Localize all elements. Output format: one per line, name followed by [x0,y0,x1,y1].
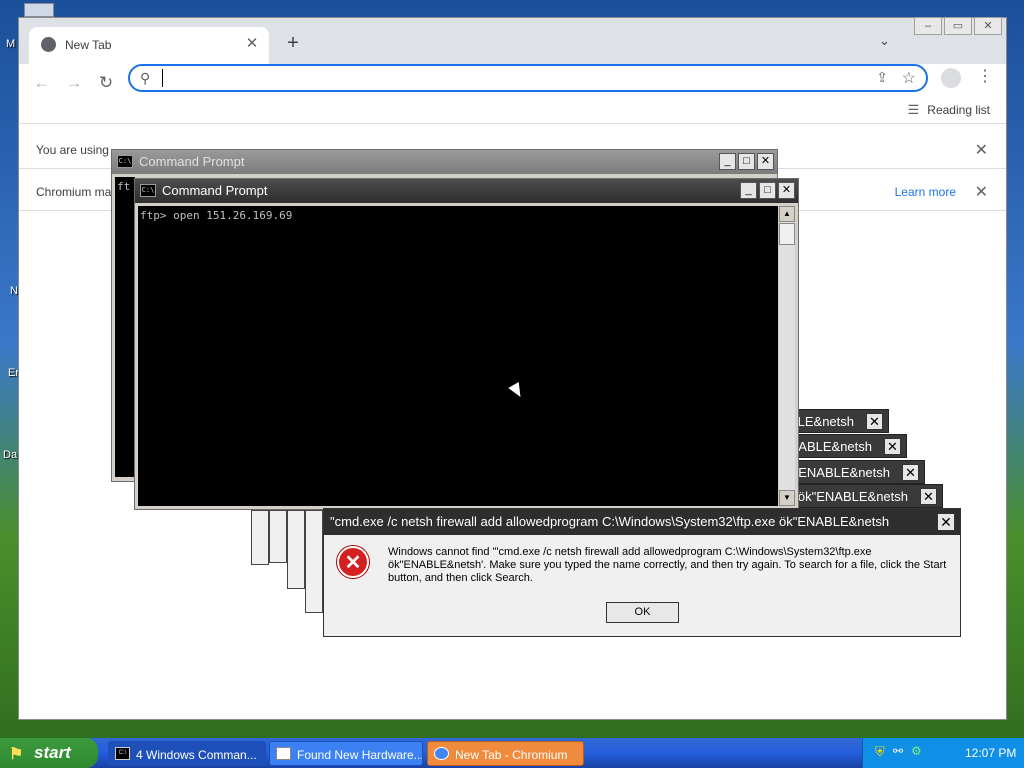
error-dialog-edge [287,510,305,589]
taskbar-item-label: 4 Windows Comman... [136,748,257,762]
error-dialog-edge [269,510,287,563]
list-icon: ☰ [907,102,920,117]
scroll-down-icon[interactable]: ▼ [779,490,795,506]
infobar-1-text: You are using [36,143,109,157]
chevron-down-icon[interactable]: ⌄ [879,33,890,49]
maximize-button[interactable]: □ [738,153,755,170]
desktop-computer-icon[interactable] [24,3,54,17]
reload-icon[interactable]: ↻ [95,72,117,94]
tab-title: New Tab [65,38,112,52]
forward-arrow-icon[interactable]: → [63,72,85,94]
tab-new-tab[interactable]: New Tab ✕ [29,27,269,64]
cmd-console[interactable]: ft [115,177,135,477]
chromium-icon [434,747,449,760]
cmd-console[interactable]: ftp> open 151.26.169.69 [138,206,778,506]
taskbar-item-found-hardware[interactable]: Found New Hardware... [269,741,423,766]
cmd-scrollbar[interactable]: ▲ ▼ [779,206,795,506]
reading-list-button[interactable]: ☰ Reading list [908,102,990,118]
tab-strip: New Tab ✕ + ⌄ – ▭ ✕ [19,17,1006,64]
close-icon[interactable]: ✕ [937,513,955,531]
back-arrow-icon[interactable]: ← [31,72,53,94]
star-icon[interactable]: ☆ [902,68,916,88]
error-dialog-titlebar[interactable]: ABLE&netsh ✕ [780,434,907,458]
taskbar-item-label: New Tab - Chromium [455,748,568,762]
globe-icon [41,37,56,52]
menu-dots-icon[interactable]: ⋮ [977,66,993,86]
cmd-partial-text: ft [117,180,131,193]
clock[interactable]: 12:07 PM [965,746,1016,760]
close-icon[interactable]: ✕ [902,464,919,481]
toolbar: ← → ↻ ⚲ ⇪ ☆ ⋮ [19,64,1006,102]
infobar-2-text: Chromium ma [36,185,112,199]
cmd-titlebar[interactable]: C:\ Command Prompt _ □ ✕ [112,150,777,174]
address-input[interactable] [162,69,862,87]
bookmarks-bar: ☰ Reading list [19,98,1006,124]
close-button[interactable]: ✕ [757,153,774,170]
network-icon[interactable]: ⚯ [893,744,903,758]
close-icon[interactable]: ✕ [884,438,901,455]
start-button[interactable]: ⚑ start [0,738,98,768]
cmd-title: Command Prompt [162,183,268,198]
cmd-icon: C:\ [117,155,133,168]
close-icon[interactable]: ✕ [975,140,988,160]
omnibox[interactable]: ⚲ ⇪ ☆ [128,64,928,92]
cmd-line: ftp> open 151.26.169.69 [140,209,293,222]
profile-avatar[interactable] [941,68,961,88]
close-window-button[interactable]: ✕ [974,17,1002,35]
close-button[interactable]: ✕ [778,182,795,199]
maximize-button[interactable]: □ [759,182,776,199]
security-shield-icon[interactable]: ⛨ [875,744,885,760]
window-controls: – ▭ ✕ [912,17,1002,35]
scroll-up-icon[interactable]: ▲ [779,206,795,222]
minimize-button[interactable]: _ [719,153,736,170]
hardware-icon[interactable]: ⚙ [911,744,922,758]
share-icon[interactable]: ⇪ [876,69,888,86]
error-dialog-edge [251,510,269,565]
search-icon: ⚲ [140,70,151,86]
error-message: Windows cannot find '"cmd.exe /c netsh f… [388,546,947,584]
error-title: ABLE&netsh [798,439,872,454]
start-label: start [34,743,71,762]
close-icon[interactable]: ✕ [243,35,261,53]
system-tray: ⛨ ⚯ ⚙ 12:07 PM [862,738,1024,768]
new-tab-button[interactable]: + [281,31,305,55]
error-dialog-edge [305,510,323,613]
error-dialog-titlebar[interactable]: "cmd.exe /c netsh firewall add allowedpr… [324,509,960,535]
minimize-button[interactable]: _ [740,182,757,199]
taskbar-item-chromium[interactable]: New Tab - Chromium [427,741,584,766]
error-dialog: "cmd.exe /c netsh firewall add allowedpr… [323,508,961,637]
desktop-icon-label-1[interactable]: M [6,38,15,50]
scroll-thumb[interactable] [779,223,795,245]
error-dialog-title: "cmd.exe /c netsh firewall add allowedpr… [330,514,890,529]
close-icon[interactable]: ✕ [866,413,883,430]
cmd-icon: C:\ [140,184,156,197]
windows-flag-icon: ⚑ [9,746,24,763]
close-icon[interactable]: ✕ [975,182,988,202]
error-title: ök"ENABLE&netsh [797,489,908,504]
error-title: LE&netsh [797,414,854,429]
taskbar: ⚑ start C:\ 4 Windows Comman... Found Ne… [0,738,1024,768]
cmd-titlebar[interactable]: C:\ Command Prompt _ □ ✕ [135,179,798,203]
reading-list-label: Reading list [927,103,990,117]
taskbar-item-label: Found New Hardware... [297,748,423,762]
restore-button[interactable]: ▭ [944,17,972,35]
minimize-button[interactable]: – [914,17,942,35]
desktop-icon-label-2[interactable]: N [10,285,18,297]
learn-more-link[interactable]: Learn more [895,185,956,199]
cmd-icon: C:\ [115,747,130,760]
taskbar-item-windows-command[interactable]: C:\ 4 Windows Comman... [108,741,266,766]
close-icon[interactable]: ✕ [920,488,937,505]
desktop-icon-label-4[interactable]: Da [3,449,17,461]
ok-button[interactable]: OK [606,602,679,623]
error-dialog-titlebar[interactable]: ök"ENABLE&netsh ✕ [780,484,943,508]
cmd-title: Command Prompt [139,154,245,169]
command-prompt-window[interactable]: C:\ Command Prompt _ □ ✕ ftp> open 151.2… [134,178,799,510]
window-icon [276,747,291,760]
error-icon: ✕ [337,546,369,578]
error-title: ENABLE&netsh [798,465,890,480]
error-dialog-titlebar[interactable]: ENABLE&netsh ✕ [780,460,925,484]
